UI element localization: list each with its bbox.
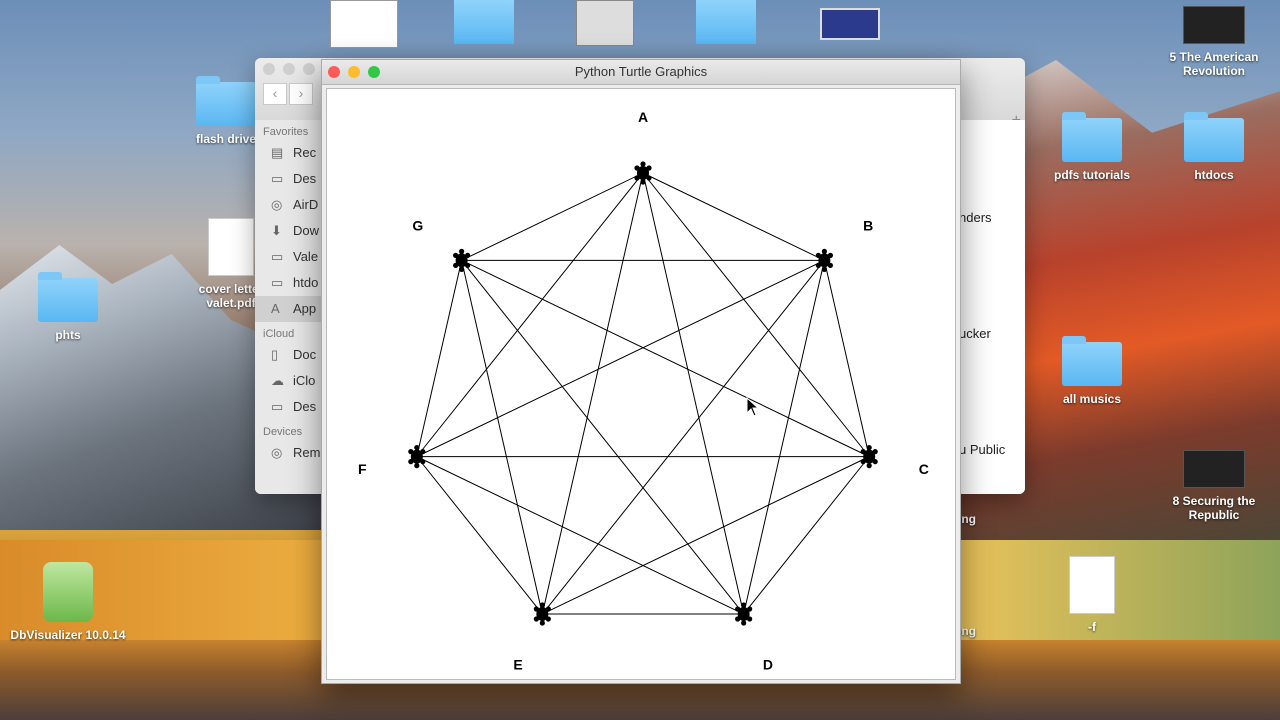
sidebar-header-devices: Devices — [263, 426, 303, 438]
sidebar-item-remote[interactable]: ◎ Rem — [255, 440, 325, 466]
folder-icon[interactable] — [454, 0, 514, 44]
turtle-canvas[interactable]: A B C D E F G — [326, 88, 956, 680]
sidebar-header-favorites: Favorites — [263, 126, 309, 138]
sidebar-item-htdocs[interactable]: ▭ htdo — [255, 270, 325, 296]
folder-icon: ▭ — [271, 275, 284, 290]
sidebar-item-applications[interactable]: A App — [255, 296, 325, 322]
finder-zoom-button[interactable] — [303, 63, 315, 75]
edge-A-B — [642, 172, 825, 261]
vertex-label-G: G — [412, 217, 423, 233]
clock-icon: ▤ — [271, 145, 284, 160]
window-title: Python Turtle Graphics — [574, 64, 708, 79]
sidebar-item-desktop[interactable]: ▭ Des — [255, 166, 325, 192]
folder-icon — [1062, 112, 1122, 162]
finder-sidebar: Favorites ▤ Rec ▭ Des ◎ AirD ⬇ Dow ▭ Vale ▭ ht… — [255, 120, 325, 494]
desktop-icon-pdfs-tutorials[interactable]: pdfs tutorials — [1032, 112, 1152, 182]
cloud-icon: ☁ — [271, 373, 284, 388]
app-icon[interactable] — [820, 8, 880, 40]
desktop-icon-securing-republic[interactable]: 8 Securing the Republic — [1154, 450, 1274, 522]
video-thumbnail-icon — [1183, 6, 1245, 44]
edge-C-E — [542, 456, 870, 615]
finder-content-right: nders ucker u Public — [955, 120, 1025, 494]
back-button[interactable]: ‹ — [263, 83, 287, 105]
finder-close-button[interactable] — [263, 63, 275, 75]
edge-B-C — [823, 260, 870, 457]
vertex-label-D: D — [763, 656, 773, 672]
vertex-label-B: B — [863, 217, 873, 233]
desktop-icon-american-revolution[interactable]: 5 The American Revolution — [1154, 6, 1274, 78]
folder-icon — [196, 76, 256, 126]
airdrop-icon: ◎ — [271, 197, 283, 212]
database-icon — [43, 562, 93, 622]
vertex-label-A: A — [638, 109, 648, 125]
desktop-icon-dbvisualizer[interactable]: DbVisualizer 10.0.14 — [8, 562, 128, 642]
graph-drawing: A B C D E F G — [358, 109, 929, 672]
desktop-icon-htdocs[interactable]: htdocs — [1154, 112, 1274, 182]
disc-icon: ◎ — [271, 445, 283, 460]
edge-D-G — [461, 260, 745, 615]
vertex-label-C: C — [919, 461, 929, 477]
edge-A-E — [541, 172, 644, 615]
sidebar-item-documents[interactable]: ▯ Doc — [255, 342, 325, 368]
applications-icon: A — [271, 301, 280, 316]
desktop-icon-f[interactable]: -f — [1032, 556, 1152, 634]
forward-button[interactable]: › — [289, 83, 313, 105]
item-label[interactable]: u Public — [959, 442, 1005, 457]
pdf-icon — [208, 218, 254, 276]
sidebar-item-vale[interactable]: ▭ Vale — [255, 244, 325, 270]
edge-A-G — [461, 172, 644, 261]
desktop-icon: ▭ — [271, 171, 284, 186]
desktop-icon: ▭ — [271, 399, 284, 414]
folder-icon — [1184, 112, 1244, 162]
shell-file-icon[interactable] — [330, 0, 398, 48]
edge-E-G — [461, 260, 543, 615]
sidebar-item-recents[interactable]: ▤ Rec — [255, 140, 325, 166]
sidebar-item-icloud-desktop[interactable]: ▭ Des — [255, 394, 325, 420]
edge-B-F — [416, 259, 825, 458]
folder-icon — [1062, 336, 1122, 386]
vertex-label-F: F — [358, 461, 367, 477]
finder-minimize-button[interactable] — [283, 63, 295, 75]
folder-icon: ▭ — [271, 249, 284, 264]
file-icon — [1069, 556, 1115, 614]
sidebar-header-icloud: iCloud — [263, 328, 295, 340]
sidebar-item-icloud-drive[interactable]: ☁ iClo — [255, 368, 325, 394]
folder-icon — [38, 272, 98, 322]
video-thumbnail-icon — [1183, 450, 1245, 488]
sidebar-item-airdrop[interactable]: ◎ AirD — [255, 192, 325, 218]
item-label[interactable]: ucker — [959, 326, 991, 341]
desktop-icon-all-musics[interactable]: all musics — [1032, 336, 1152, 406]
edge-B-D — [743, 260, 825, 615]
edge-E-F — [416, 456, 543, 615]
turtle-window[interactable]: Python Turtle Graphics A B C D E F G — [321, 59, 961, 684]
desktop-icon-phts[interactable]: phts — [8, 272, 128, 342]
download-icon: ⬇ — [271, 223, 282, 238]
image-thumbnail-icon[interactable] — [576, 0, 634, 46]
edge-A-F — [416, 172, 644, 457]
turtle-title-bar: Python Turtle Graphics — [322, 60, 960, 85]
edge-C-G — [461, 259, 870, 458]
sidebar-item-downloads[interactable]: ⬇ Dow — [255, 218, 325, 244]
mouse-cursor-icon — [746, 397, 760, 417]
edge-C-D — [743, 456, 870, 615]
item-label[interactable]: nders — [959, 210, 992, 225]
document-icon: ▯ — [271, 347, 279, 362]
edge-B-E — [541, 260, 825, 615]
edge-D-F — [416, 456, 744, 615]
edge-F-G — [416, 260, 463, 457]
edge-A-D — [642, 172, 745, 615]
folder-icon[interactable] — [696, 0, 756, 44]
vertex-label-E: E — [513, 656, 522, 672]
